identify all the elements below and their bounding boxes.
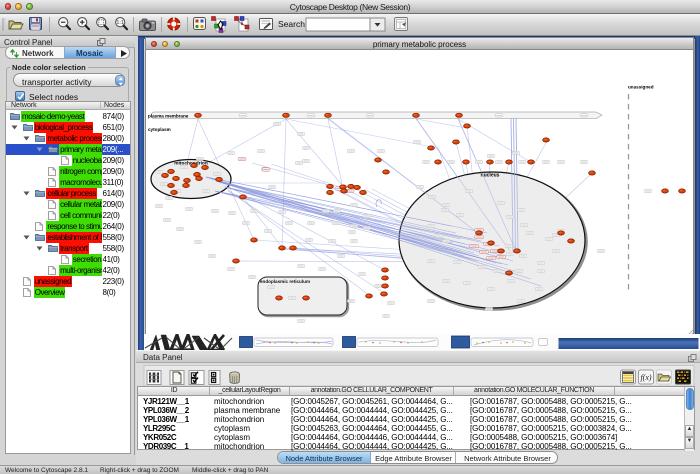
svg-text:nucleus: nucleus xyxy=(481,173,500,179)
svg-text:1:1: 1:1 xyxy=(116,20,124,26)
svg-text:unassigned: unassigned xyxy=(628,85,654,90)
svg-text:plasma membrane: plasma membrane xyxy=(148,113,189,118)
svg-text:Search:: Search: xyxy=(278,19,307,29)
svg-text:endoplasmic reticulum: endoplasmic reticulum xyxy=(260,279,310,284)
svg-text:f(x): f(x) xyxy=(640,373,651,382)
svg-text:cytoplasm: cytoplasm xyxy=(148,127,171,132)
